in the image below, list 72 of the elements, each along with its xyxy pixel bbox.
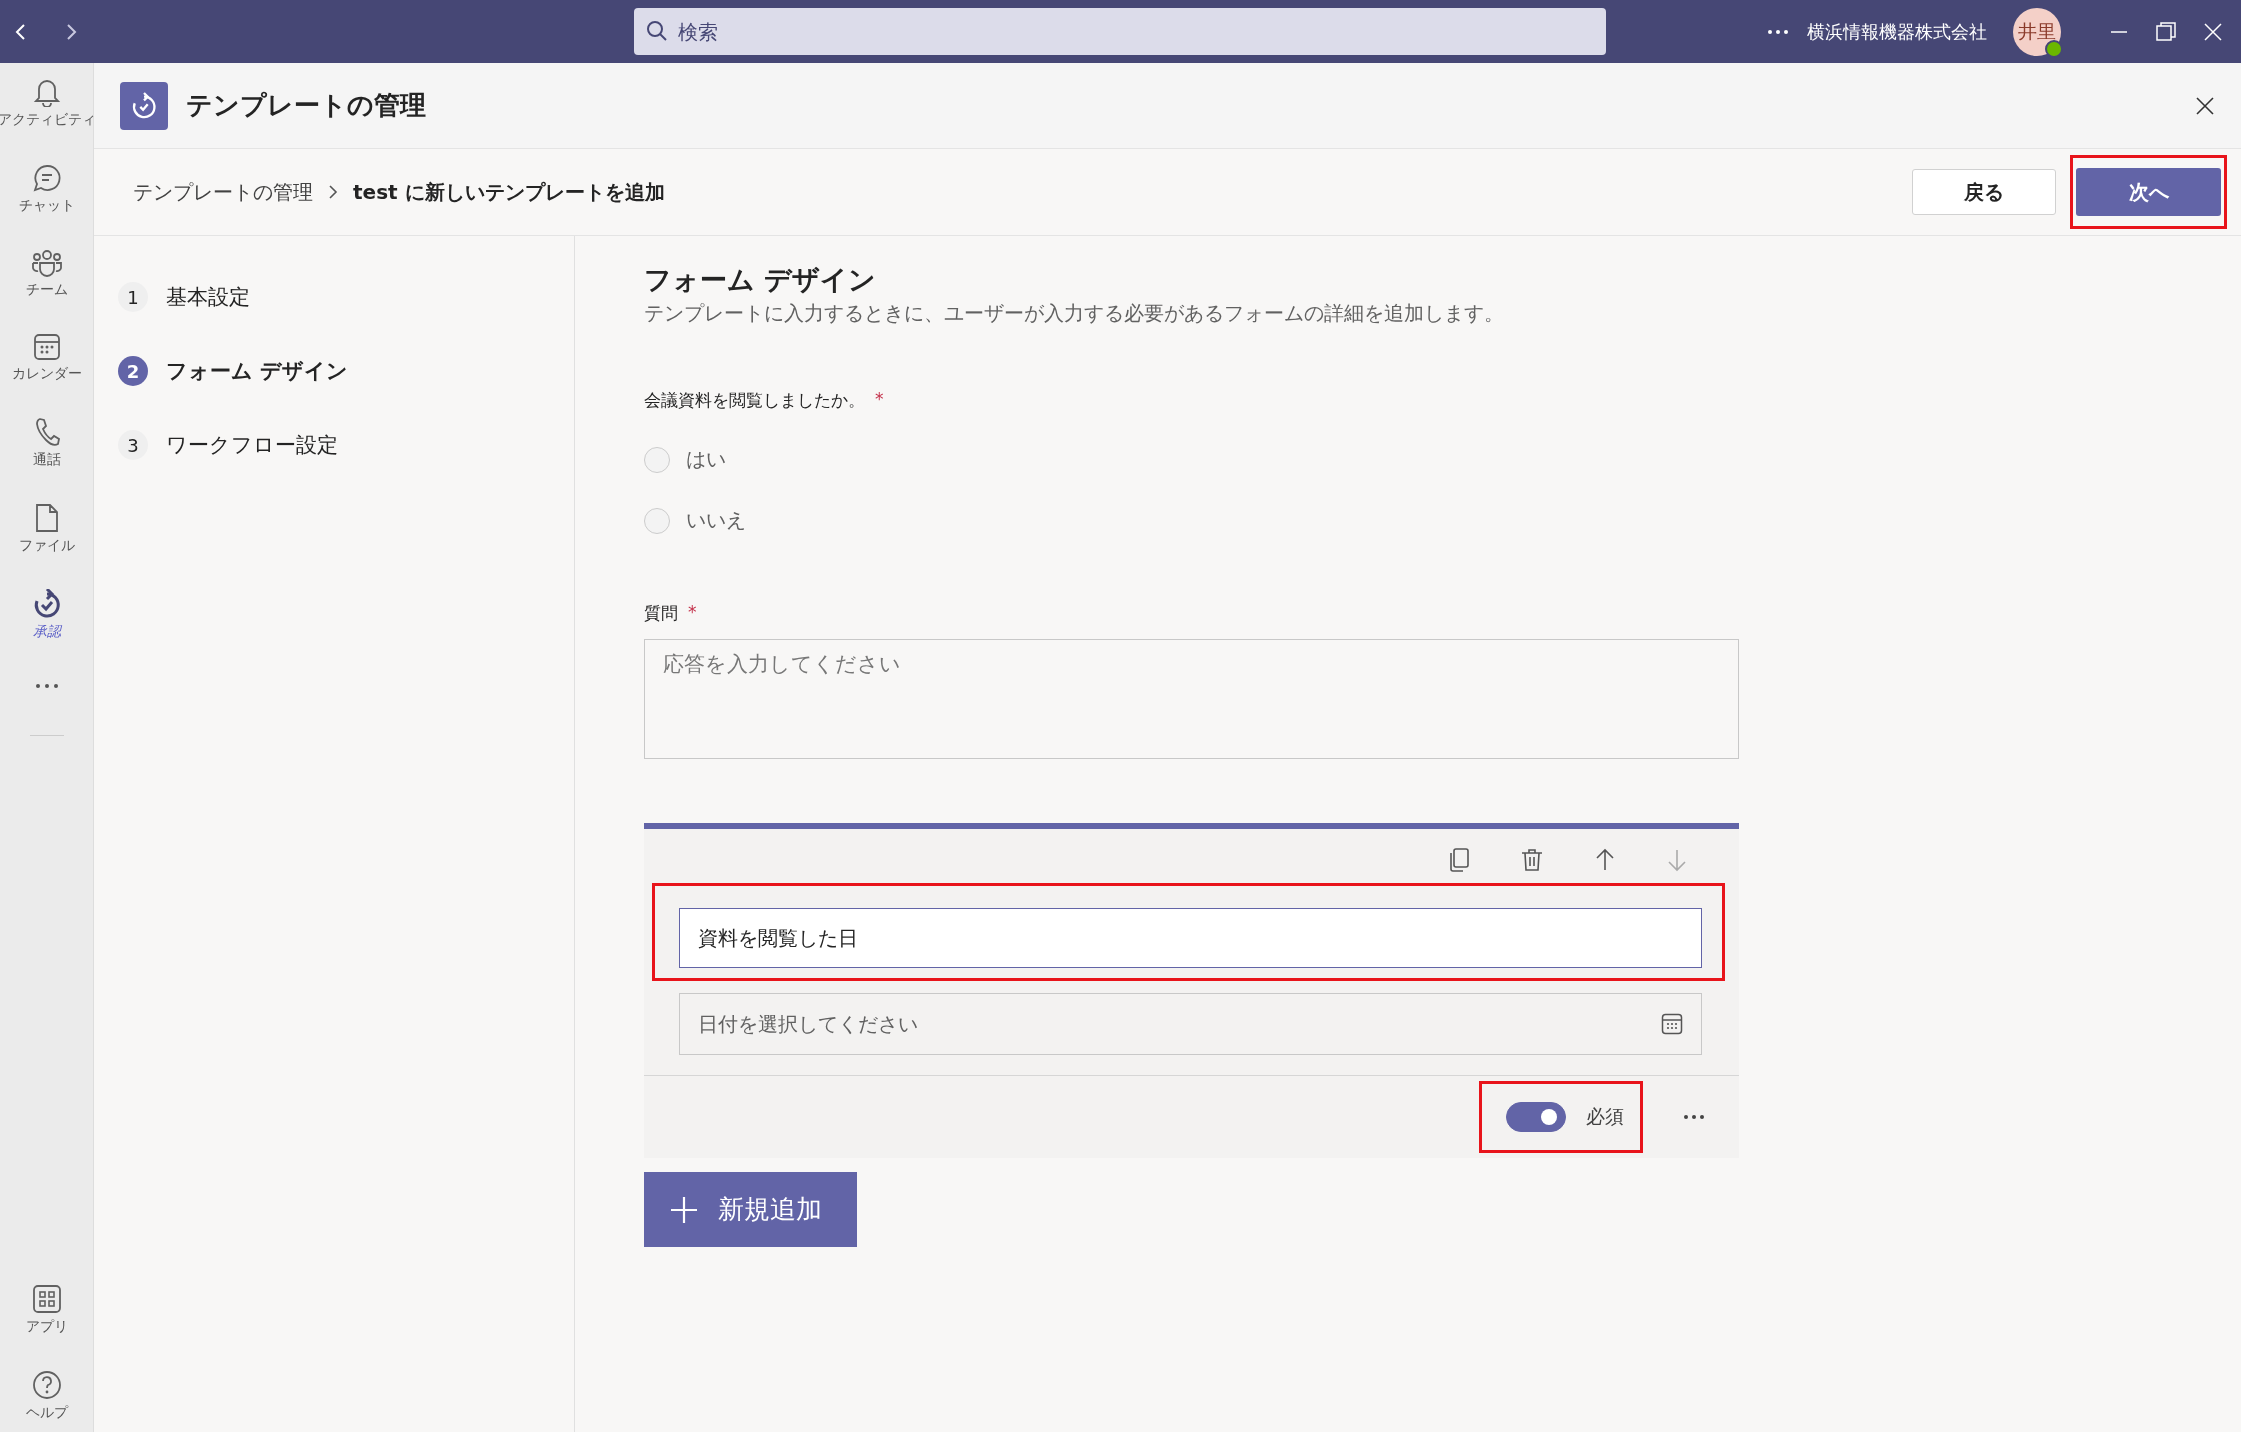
step-label: フォーム デザイン [166, 358, 349, 385]
help-icon [31, 1370, 62, 1400]
toggle-label: 必須 [1586, 1104, 1624, 1129]
calendar-icon [32, 333, 61, 361]
delete-icon[interactable] [1521, 848, 1543, 872]
add-new-button[interactable]: 新規追加 [644, 1172, 857, 1247]
rail-label: 承認 [32, 623, 61, 641]
next-button[interactable]: 次へ [2076, 168, 2221, 216]
rail-label: チーム [25, 281, 68, 299]
approval-icon [32, 589, 61, 619]
rail-item[interactable]: ファイル [18, 503, 75, 555]
section-description: テンプレートに入力するときに、ユーザーが入力する必要があるフォームの詳細を追加します。 [644, 300, 1505, 327]
radio-button[interactable] [644, 446, 670, 473]
approval-icon [120, 81, 168, 130]
avatar[interactable]: 井里 [2013, 7, 2061, 56]
page-title: テンプレートの管理 [186, 89, 427, 122]
option-label: はい [686, 446, 726, 473]
more-icon[interactable] [1767, 28, 1789, 35]
restore-icon[interactable] [2155, 20, 2177, 43]
file-icon [34, 503, 59, 533]
question-label: 会議資料を閲覧しましたか。 [644, 389, 865, 412]
close-icon[interactable] [2195, 95, 2215, 116]
rail-item[interactable]: 通話 [32, 417, 61, 469]
bell-icon [32, 77, 61, 107]
rail-item[interactable]: カレンダー [11, 333, 82, 383]
rail-item[interactable]: チーム [25, 249, 68, 299]
search-field[interactable]: 検索 [634, 8, 1606, 55]
rail-item[interactable]: チャット [18, 163, 75, 215]
required-mark: * [875, 389, 884, 411]
rail-label: ファイル [18, 537, 75, 555]
question-title-field[interactable]: 資料を閲覧した日 [679, 908, 1702, 968]
section-heading: フォーム デザイン [644, 263, 878, 297]
copy-icon[interactable] [1449, 848, 1469, 872]
more-icon[interactable] [1683, 1114, 1705, 1120]
rail-label: チャット [18, 197, 75, 215]
more-icon[interactable] [34, 683, 59, 689]
plus-icon [670, 1195, 698, 1224]
required-mark: * [688, 602, 697, 624]
status-icon [2045, 39, 2063, 58]
step-number: 3 [118, 430, 148, 460]
breadcrumb-current: test に新しいテンプレートを追加 [353, 178, 666, 206]
rail-label: 通話 [32, 451, 61, 469]
step-item[interactable]: 3 ワークフロー設定 [118, 430, 574, 460]
step-label: ワークフロー設定 [166, 432, 338, 459]
people-icon [30, 249, 63, 277]
step-item[interactable]: 2 フォーム デザイン [118, 356, 574, 386]
answer-field[interactable]: 応答を入力してください [644, 639, 1739, 759]
rail-label: カレンダー [11, 365, 82, 383]
back-button[interactable]: 戻る [1912, 169, 2056, 215]
breadcrumb-link[interactable]: テンプレートの管理 [133, 178, 313, 206]
rail-item[interactable]: ヘルプ [25, 1370, 68, 1422]
rail-label: アプリ [25, 1318, 68, 1336]
toggle-switch[interactable] [1506, 1102, 1566, 1132]
step-number: 1 [118, 282, 148, 312]
step-item[interactable]: 1 基本設定 [118, 282, 574, 312]
up-arrow-icon[interactable] [1595, 848, 1615, 872]
radio-button[interactable] [644, 507, 670, 534]
calendar-icon [1661, 1013, 1683, 1035]
option-label: いいえ [686, 507, 746, 534]
question-label: 質問 [644, 602, 678, 625]
rail-item[interactable]: 承認 [32, 589, 61, 641]
rail-label: ヘルプ [25, 1404, 68, 1422]
chevron-icon [327, 183, 339, 201]
apps-icon [31, 1284, 62, 1314]
search-icon [646, 20, 668, 42]
organization-name: 横浜情報機器株式会社 [1807, 19, 1987, 44]
step-number: 2 [118, 356, 148, 386]
rail-item[interactable]: アプリ [25, 1284, 68, 1336]
date-placeholder: 日付を選択してください [698, 1010, 918, 1038]
step-label: 基本設定 [166, 284, 250, 311]
chat-icon [31, 163, 62, 193]
date-picker-field[interactable]: 日付を選択してください [679, 993, 1702, 1055]
